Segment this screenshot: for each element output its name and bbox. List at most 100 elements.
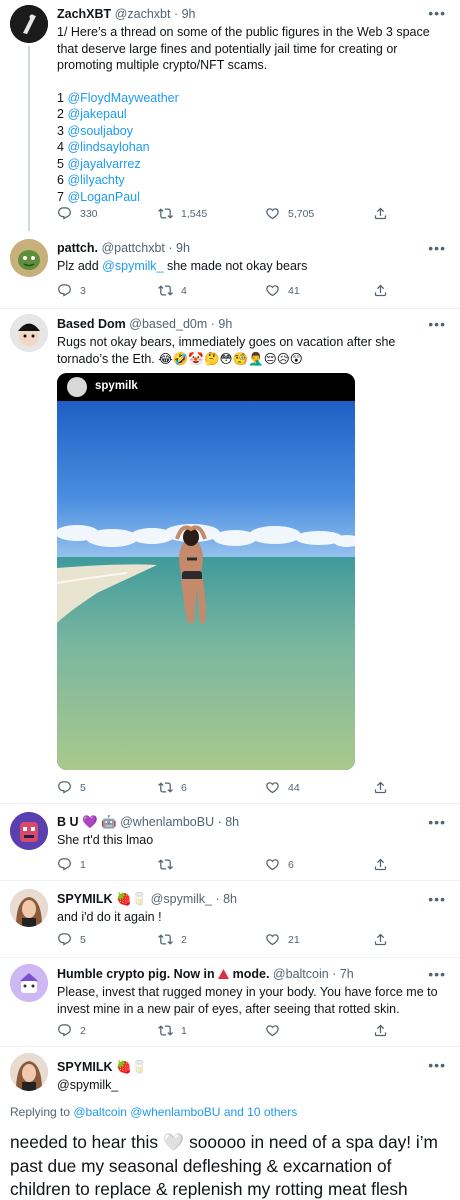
handle[interactable]: @pattchxbt bbox=[101, 241, 164, 255]
tweet-header: B U 💜 🤖 @whenlamboBU · 8h bbox=[57, 814, 442, 830]
tweet-pattch[interactable]: pattch. @pattchxbt · 9h Plz add @spymilk… bbox=[0, 233, 460, 309]
media-image[interactable]: spymilk bbox=[57, 373, 355, 770]
mention-link[interactable]: @lindsaylohan bbox=[67, 140, 149, 154]
like-button[interactable]: 44 bbox=[265, 780, 300, 795]
timestamp[interactable]: · 8h bbox=[218, 815, 240, 829]
more-icon[interactable]: ••• bbox=[428, 241, 446, 255]
timestamp[interactable]: · 8h bbox=[215, 892, 237, 906]
share-button[interactable] bbox=[373, 1023, 388, 1038]
white-heart-emoji: 🤍 bbox=[162, 1132, 185, 1152]
reply-button[interactable]: 5 bbox=[57, 780, 86, 795]
tweet-spymilk[interactable]: SPYMILK 🍓🥛 @spymilk_ · 8h and i'd do it … bbox=[0, 881, 460, 957]
avatar[interactable] bbox=[10, 889, 48, 927]
mention-link[interactable]: @jayalvarrez bbox=[67, 157, 140, 171]
mention-link[interactable]: @FloydMayweather bbox=[67, 91, 178, 105]
tweet-baltcoin[interactable]: Humble crypto pig. Now in mode. @baltcoi… bbox=[0, 958, 460, 1046]
avatar[interactable] bbox=[10, 812, 48, 850]
like-button[interactable]: 6 bbox=[265, 857, 294, 872]
like-icon bbox=[265, 206, 280, 221]
retweet-button[interactable]: 6 bbox=[158, 780, 187, 795]
tweet-text: 1/ Here’s a thread on some of the public… bbox=[57, 25, 430, 72]
display-name[interactable]: Based Dom bbox=[57, 317, 126, 331]
reply-button[interactable]: 5 bbox=[57, 932, 86, 947]
share-button[interactable] bbox=[373, 857, 388, 872]
retweet-icon bbox=[158, 283, 173, 298]
timestamp[interactable]: · 9h bbox=[174, 7, 196, 21]
handle[interactable]: @zachxbt bbox=[115, 7, 171, 21]
tweet-based-dom[interactable]: Based Dom @based_d0m · 9h Rugs not okay … bbox=[0, 309, 460, 803]
avatar[interactable] bbox=[10, 964, 48, 1002]
share-button[interactable] bbox=[373, 206, 388, 221]
display-name[interactable]: pattch. bbox=[57, 241, 98, 255]
display-name[interactable]: B U bbox=[57, 815, 79, 829]
retweet-button[interactable] bbox=[158, 857, 181, 872]
more-icon[interactable]: ••• bbox=[428, 892, 446, 906]
reply-button[interactable]: 3 bbox=[57, 283, 86, 298]
retweet-icon bbox=[158, 932, 173, 947]
mention-link[interactable]: @lilyachty bbox=[67, 173, 124, 187]
timestamp[interactable]: · 9h bbox=[211, 317, 233, 331]
mention-link[interactable]: @souljaboy bbox=[67, 124, 133, 138]
more-icon[interactable]: ••• bbox=[428, 815, 446, 829]
like-button[interactable] bbox=[265, 1023, 288, 1038]
replying-users-link[interactable]: @baltcoin @whenlamboBU bbox=[73, 1105, 220, 1119]
timestamp[interactable]: · 9h bbox=[168, 241, 190, 255]
avatar[interactable] bbox=[10, 5, 48, 43]
tweet-text: Rugs not okay bears, immediately goes on… bbox=[57, 335, 396, 366]
reply-button[interactable]: 330 bbox=[57, 206, 98, 221]
avatar[interactable] bbox=[10, 314, 48, 352]
mention-list: 1 @FloydMayweather 2 @jakepaul 3 @soulja… bbox=[57, 90, 442, 206]
reply-button[interactable]: 1 bbox=[57, 857, 86, 872]
tweet-zachxbt[interactable]: ZachXBT @zachxbt · 9h 1/ Here’s a thread… bbox=[0, 0, 460, 232]
share-icon bbox=[373, 283, 388, 298]
display-name[interactable]: ZachXBT bbox=[57, 7, 111, 21]
more-icon[interactable]: ••• bbox=[428, 967, 446, 981]
replying-others-link[interactable]: and 10 others bbox=[220, 1105, 297, 1119]
display-name[interactable]: Humble crypto pig. Now in bbox=[57, 967, 215, 981]
more-icon[interactable]: ••• bbox=[428, 6, 446, 20]
avatar[interactable] bbox=[10, 1053, 48, 1091]
mention-link[interactable]: @spymilk_ bbox=[102, 259, 163, 273]
reply-icon bbox=[57, 206, 72, 221]
timestamp[interactable]: · 7h bbox=[332, 967, 354, 981]
display-name[interactable]: SPYMILK bbox=[57, 1060, 113, 1074]
main-tweet-text: needed to hear this 🤍 sooooo in need of … bbox=[10, 1132, 438, 1199]
reply-button[interactable]: 2 bbox=[57, 1023, 86, 1038]
list-item: 6 @lilyachty bbox=[57, 173, 125, 187]
share-icon bbox=[373, 206, 388, 221]
share-button[interactable] bbox=[373, 780, 388, 795]
like-button[interactable]: 5,705 bbox=[265, 206, 314, 221]
retweet-button[interactable]: 1 bbox=[158, 1023, 187, 1038]
mention-link[interactable]: @jakepaul bbox=[67, 107, 126, 121]
like-button[interactable]: 41 bbox=[265, 283, 300, 298]
retweet-button[interactable]: 2 bbox=[158, 932, 187, 947]
retweet-button[interactable]: 4 bbox=[158, 283, 187, 298]
reply-icon bbox=[57, 1023, 72, 1038]
like-icon bbox=[265, 932, 280, 947]
like-button[interactable]: 21 bbox=[265, 932, 300, 947]
share-button[interactable] bbox=[373, 283, 388, 298]
reply-icon bbox=[57, 283, 72, 298]
handle[interactable]: @whenlamboBU bbox=[120, 815, 214, 829]
handle[interactable]: @based_d0m bbox=[129, 317, 207, 331]
tweet-header: pattch. @pattchxbt · 9h bbox=[57, 240, 442, 256]
handle[interactable]: @spymilk_ bbox=[57, 1077, 442, 1093]
thread-line bbox=[28, 46, 30, 231]
tweet-header: ZachXBT @zachxbt · 9h bbox=[57, 6, 442, 22]
display-name[interactable]: SPYMILK bbox=[57, 892, 113, 906]
retweet-icon bbox=[158, 857, 173, 872]
handle[interactable]: @baltcoin bbox=[273, 967, 329, 981]
more-icon[interactable]: ••• bbox=[428, 1058, 446, 1072]
beach-photo bbox=[57, 401, 355, 770]
share-button[interactable] bbox=[373, 932, 388, 947]
tweet-header: SPYMILK 🍓🥛 @spymilk_ · 8h bbox=[57, 891, 442, 907]
handle[interactable]: @spymilk_ bbox=[151, 892, 212, 906]
more-icon[interactable]: ••• bbox=[428, 317, 446, 331]
retweet-button[interactable]: 1,545 bbox=[158, 206, 207, 221]
retweet-icon bbox=[158, 780, 173, 795]
tweet-text: and i'd do it again ! bbox=[57, 910, 162, 924]
name-emojis: 💜 🤖 bbox=[82, 815, 117, 829]
tweet-bu[interactable]: B U 💜 🤖 @whenlamboBU · 8h She rt'd this … bbox=[0, 804, 460, 880]
avatar[interactable] bbox=[10, 239, 48, 277]
mention-link[interactable]: @LoganPaul bbox=[67, 190, 139, 204]
